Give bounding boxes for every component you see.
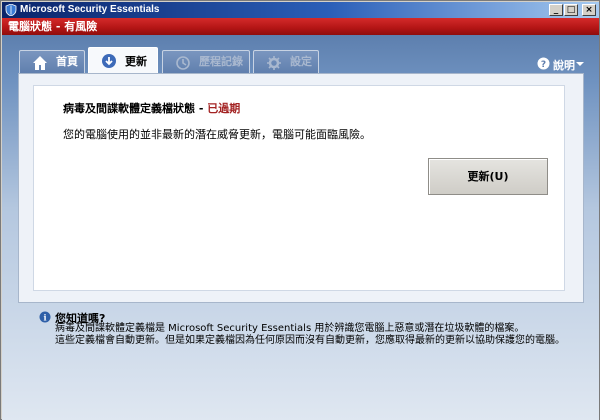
- tab-update-label: 更新: [125, 55, 147, 68]
- computer-status-bar: 電腦狀態 - 有風險: [2, 18, 599, 35]
- gear-icon: [267, 56, 281, 70]
- chevron-down-icon: [576, 62, 584, 66]
- tip-text: 病毒及間諜軟體定義檔是 Microsoft Security Essential…: [55, 323, 585, 347]
- tab-update[interactable]: 更新: [88, 47, 158, 74]
- tab-home-label: 首頁: [56, 55, 78, 68]
- svg-text:i: i: [43, 313, 46, 323]
- window-title: Microsoft Security Essentials: [20, 4, 160, 15]
- update-button[interactable]: 更新(U): [428, 158, 548, 195]
- definition-status-label: 病毒及間諜軟體定義檔狀態 -: [63, 102, 208, 115]
- tab-settings[interactable]: 設定: [253, 50, 319, 74]
- close-button[interactable]: ×: [582, 4, 596, 16]
- help-icon: ?: [537, 57, 550, 70]
- tip-text-line-1: 病毒及間諜軟體定義檔是 Microsoft Security Essential…: [55, 323, 525, 334]
- computer-status-text: 電腦狀態 - 有風險: [8, 20, 98, 33]
- info-icon: i: [39, 311, 51, 323]
- app-window: Microsoft Security Essentials _ □ × 電腦狀態…: [0, 0, 600, 420]
- title-bar[interactable]: Microsoft Security Essentials _ □ ×: [2, 2, 599, 18]
- tab-history[interactable]: 歷程記錄: [162, 50, 250, 74]
- minimize-button[interactable]: _: [549, 4, 563, 16]
- tab-home[interactable]: 首頁: [19, 50, 85, 74]
- tip-text-line-2: 這些定義檔會自動更新。但是如果定義檔因為任何原因而沒有自動更新，您應取得最新的更…: [55, 335, 565, 346]
- update-description: 您的電腦使用的並非最新的潛在威脅更新，電腦可能面臨風險。: [63, 128, 371, 141]
- maximize-button[interactable]: □: [564, 4, 578, 16]
- history-icon: [176, 56, 190, 70]
- tab-history-label: 歷程記錄: [199, 55, 243, 68]
- tab-settings-label: 設定: [290, 55, 312, 68]
- update-icon: [102, 54, 116, 68]
- help-label: 說明: [553, 59, 575, 72]
- definition-status-value: 已過期: [207, 102, 241, 115]
- svg-text:?: ?: [541, 60, 546, 70]
- definition-status: 病毒及間諜軟體定義檔狀態 - 已過期: [63, 100, 240, 116]
- home-icon: [33, 56, 47, 70]
- app-icon: [5, 4, 17, 16]
